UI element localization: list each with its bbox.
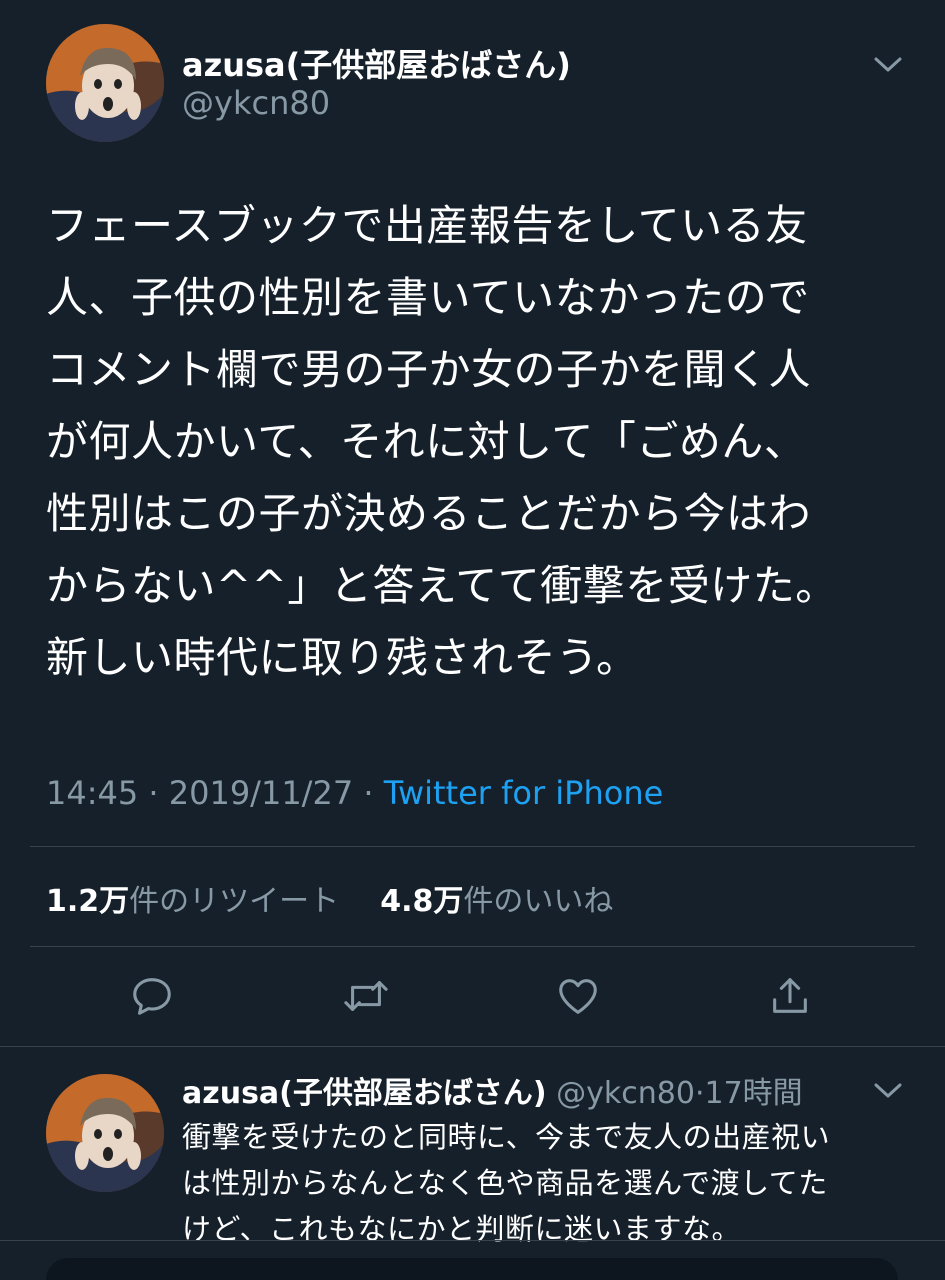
retweet-icon xyxy=(344,981,388,1011)
author-avatar[interactable] xyxy=(46,24,164,142)
divider xyxy=(0,1240,945,1241)
retweet-stat[interactable]: 1.2万件のリツイート xyxy=(46,884,339,919)
meta-separator: · xyxy=(138,774,169,812)
tweet-time: 14:45 xyxy=(46,774,139,812)
share-icon xyxy=(773,978,807,1013)
reply-display-name[interactable]: azusa(子供部屋おばさん) xyxy=(182,1076,547,1111)
reply-icon xyxy=(133,978,171,1015)
author-handle[interactable]: @ykcn80 xyxy=(182,84,330,122)
retweet-label: 件のリツイート xyxy=(129,884,340,919)
like-count: 4.8万 xyxy=(380,884,464,919)
avatar-image xyxy=(46,24,164,142)
heart-icon xyxy=(559,979,597,1014)
reply-header: azusa(子供部屋おばさん) @ykcn80·17時間 xyxy=(182,1068,803,1112)
like-stat[interactable]: 4.8万件のいいね xyxy=(380,884,613,919)
divider xyxy=(0,1046,945,1047)
reply-handle[interactable]: @ykcn80 xyxy=(556,1076,695,1111)
avatar-image xyxy=(46,1074,164,1192)
reply-button[interactable] xyxy=(122,966,182,1026)
tweet-source-link[interactable]: Twitter for iPhone xyxy=(384,774,664,812)
reply-author-avatar[interactable] xyxy=(46,1074,164,1192)
reply-time[interactable]: 17時間 xyxy=(705,1076,803,1111)
like-button[interactable] xyxy=(548,966,608,1026)
author-display-name[interactable]: azusa(子供部屋おばさん) xyxy=(182,40,571,86)
chevron-down-icon[interactable] xyxy=(872,52,908,80)
tweet-stats: 1.2万件のリツイート 4.8万件のいいね xyxy=(46,876,613,920)
like-label: 件のいいね xyxy=(463,884,614,919)
divider xyxy=(30,946,915,947)
reply-text: 衝撃を受けたのと同時に、今まで友人の出産祝い は性別からなんとなく色や商品を選ん… xyxy=(182,1120,831,1246)
tweet-date: 2019/11/27 xyxy=(168,774,354,812)
retweet-button[interactable] xyxy=(336,966,396,1026)
chevron-down-icon[interactable] xyxy=(872,1078,908,1106)
tweet-text: フェースブックで出産報告をしている友 人、子供の性別を書いていなかったので コメ… xyxy=(46,201,838,682)
share-button[interactable] xyxy=(760,966,820,1026)
reply-separator: · xyxy=(694,1076,705,1111)
retweet-count: 1.2万 xyxy=(46,884,130,919)
compose-reply-bar[interactable] xyxy=(46,1258,898,1280)
tweet-meta: 14:45 · 2019/11/27 · Twitter for iPhone xyxy=(46,774,663,812)
meta-separator: · xyxy=(353,774,384,812)
divider xyxy=(30,846,915,847)
